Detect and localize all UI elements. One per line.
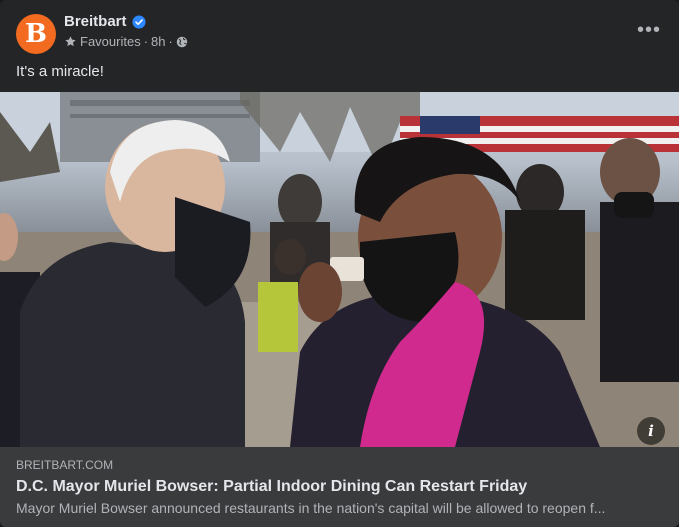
more-options-button[interactable]: ••• xyxy=(631,16,667,52)
verified-badge-icon xyxy=(131,14,146,29)
meta-separator: · xyxy=(168,34,173,49)
post-meta: Favourites · 8h · xyxy=(64,34,188,49)
photo-info-button[interactable]: i xyxy=(637,417,665,445)
post-timestamp[interactable]: 8h xyxy=(151,34,165,49)
page-name[interactable]: Breitbart xyxy=(64,13,127,30)
globe-icon[interactable] xyxy=(176,36,188,48)
meta-separator: · xyxy=(143,34,149,49)
link-title[interactable]: D.C. Mayor Muriel Bowser: Partial Indoor… xyxy=(16,478,527,496)
page-name-row: Breitbart xyxy=(64,13,146,30)
more-options-icon: ••• xyxy=(636,19,661,41)
photo-illustration xyxy=(0,92,679,447)
link-preview[interactable]: BREITBART.COM D.C. Mayor Muriel Bowser: … xyxy=(0,447,679,527)
star-icon xyxy=(65,36,76,47)
link-description: Mayor Muriel Bowser announced restaurant… xyxy=(16,500,606,516)
link-domain: BREITBART.COM xyxy=(16,458,114,472)
post-photo[interactable]: i xyxy=(0,92,679,447)
feed-post: B Breitbart Favourites · 8h · ••• It's a… xyxy=(0,0,679,527)
breitbart-logo: B xyxy=(25,19,47,49)
post-header: B Breitbart Favourites · 8h · ••• xyxy=(16,12,663,56)
info-icon: i xyxy=(648,422,654,440)
post-caption: It's a miracle! xyxy=(16,63,104,80)
audience-label[interactable]: Favourites xyxy=(80,34,141,49)
page-avatar[interactable]: B xyxy=(16,14,56,54)
